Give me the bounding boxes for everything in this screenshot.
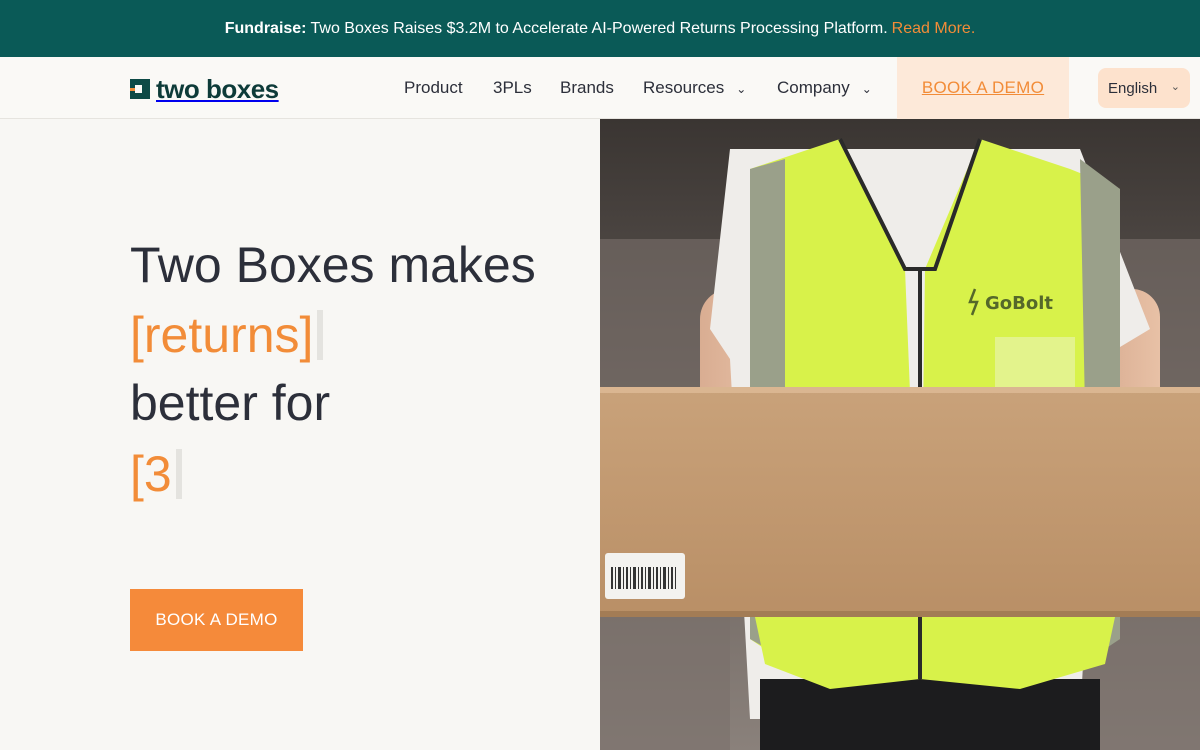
main-nav: two boxes Product 3PLs Brands Resources ⌄… — [0, 57, 1200, 119]
announcement-message: Two Boxes Raises $3.2M to Accelerate AI-… — [310, 19, 888, 37]
announcement-label: Fundraise: — [224, 19, 307, 37]
logo-text: two boxes — [156, 74, 279, 104]
language-select[interactable]: English ⌄ — [1098, 68, 1190, 108]
typing-caret — [175, 449, 182, 499]
nav-brands-label: Brands — [560, 78, 614, 97]
hero-headline-line-2: [returns] — [130, 305, 324, 365]
nav-resources[interactable]: Resources ⌄ — [643, 77, 746, 100]
chevron-down-icon: ⌄ — [736, 81, 747, 96]
nav-resources-label: Resources — [643, 78, 725, 97]
hero-headline-line-4: [3 — [130, 444, 182, 504]
hero-headline-line-1: Two Boxes makes — [130, 237, 536, 293]
hero-rotating-word: [returns] — [130, 307, 314, 363]
nav-product[interactable]: Product — [404, 77, 463, 99]
book-demo-hero-button[interactable]: BOOK A DEMO — [130, 589, 303, 651]
nav-company[interactable]: Company ⌄ — [777, 77, 872, 100]
vest-brand-logo: GoBolt — [985, 293, 1053, 314]
hero-image-worker-with-box: GoBolt — [600, 119, 1200, 750]
nav-3pls-label: 3PLs — [493, 78, 532, 97]
typing-caret — [317, 310, 324, 360]
chevron-down-icon: ⌄ — [861, 81, 872, 96]
nav-brands[interactable]: Brands — [560, 77, 614, 99]
logo[interactable]: two boxes — [130, 76, 279, 102]
announcement-bar: Fundraise: Two Boxes Raises $3.2M to Acc… — [0, 0, 1200, 57]
read-more-link[interactable]: Read More. — [892, 20, 976, 38]
hero-rotating-audience: [3 — [130, 446, 172, 502]
nav-3pls[interactable]: 3PLs — [493, 77, 532, 99]
nav-product-label: Product — [404, 78, 463, 97]
logo-icon — [130, 79, 150, 99]
chevron-down-icon: ⌄ — [1170, 81, 1180, 93]
book-demo-nav-button[interactable]: BOOK A DEMO — [897, 57, 1069, 119]
hero-headline-line-3: better for — [130, 375, 331, 431]
language-label: English — [1108, 79, 1158, 97]
nav-company-label: Company — [777, 78, 850, 97]
hero-text-section: Two Boxes makes [returns] better for [3 … — [0, 119, 600, 750]
